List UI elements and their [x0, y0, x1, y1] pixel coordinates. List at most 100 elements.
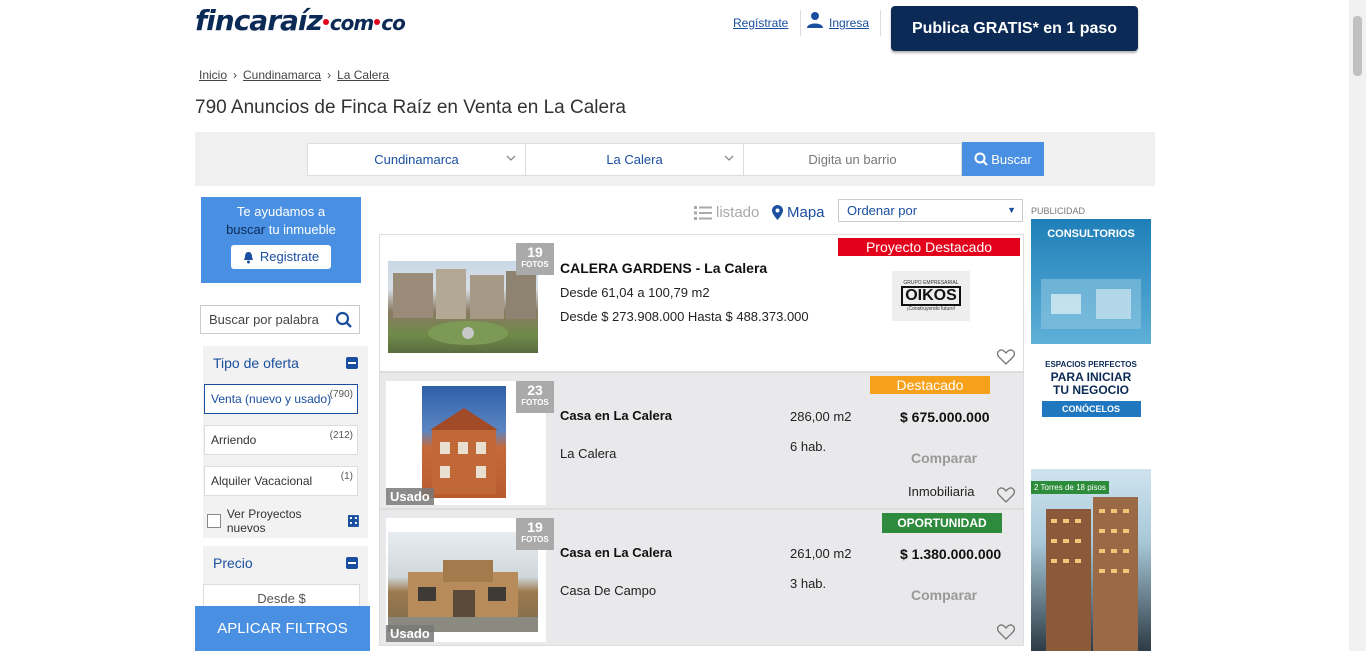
- divider: [880, 10, 881, 36]
- photo-count-badge: 19 FOTOS: [516, 243, 554, 275]
- option-alquiler-vacacional[interactable]: Alquiler Vacacional (1): [204, 466, 358, 496]
- listing-location: La Calera: [560, 446, 617, 461]
- house-illustration: [430, 408, 498, 494]
- logo-co: co: [381, 11, 406, 35]
- listing-price: $ 1.380.000.000: [900, 546, 1002, 562]
- listing-location: Casa De Campo: [560, 583, 657, 598]
- ver-proyectos-row: Ver Proyectos nuevos: [207, 507, 359, 535]
- listado-view-toggle[interactable]: listado: [694, 204, 759, 221]
- listing-card[interactable]: 19 FOTOS Usado OPORTUNIDAD Casa en La Ca…: [379, 509, 1024, 646]
- listing-card[interactable]: 23 FOTOS Usado Destacado Casa en La Cale…: [379, 372, 1024, 509]
- collapse-icon[interactable]: [346, 557, 358, 569]
- logo-dot: [374, 19, 381, 25]
- aplicar-filtros-button[interactable]: APLICAR FILTROS: [195, 606, 370, 651]
- page-title: 790 Anuncios de Finca Raíz en Venta en L…: [195, 97, 626, 118]
- help-highlight: buscar: [226, 222, 266, 237]
- option-arriendo[interactable]: Arriendo (212): [204, 425, 358, 455]
- ad-consultorios[interactable]: CONSULTORIOS ESPACIOS PERFECTOS PARA INI…: [1031, 219, 1151, 439]
- tipo-oferta-label: Tipo de oferta: [213, 355, 299, 371]
- option-count: (790): [329, 389, 353, 400]
- breadcrumb-inicio[interactable]: Inicio: [199, 68, 227, 82]
- precio-header[interactable]: Precio: [203, 546, 368, 580]
- ad2-tag: 2 Torres de 18 pisos: [1031, 481, 1109, 494]
- ingresa-link[interactable]: Ingresa: [829, 16, 869, 30]
- ad1-conocelos-button[interactable]: CONÓCELOS: [1041, 401, 1141, 417]
- help-register-button[interactable]: Registrate: [231, 245, 331, 269]
- photo-label: FOTOS: [521, 260, 549, 269]
- listing-area: Desde 61,04 a 100,79 m2: [560, 285, 710, 300]
- comparar-button[interactable]: Comparar: [911, 450, 977, 466]
- listing-photo-frame: 19 FOTOS: [386, 243, 554, 367]
- breadcrumb-cundinamarca[interactable]: Cundinamarca: [243, 68, 321, 82]
- chevron-right-icon: ›: [233, 68, 238, 82]
- usado-badge: Usado: [386, 488, 434, 505]
- ad1-big2: TU NEGOCIO: [1052, 383, 1129, 397]
- photo-count: 19: [527, 244, 543, 260]
- precio-label: Precio: [213, 555, 253, 571]
- option-venta[interactable]: Venta (nuevo y usado) (790): [204, 384, 358, 414]
- search-icon[interactable]: [335, 311, 353, 329]
- office-illustration: [1041, 279, 1141, 329]
- keyword-placeholder: Buscar por palabra: [209, 312, 319, 327]
- department-select[interactable]: Cundinamarca: [307, 143, 526, 176]
- ordenar-select[interactable]: Ordenar por ▼: [838, 199, 1023, 222]
- listing-title[interactable]: CALERA GARDENS - La Calera: [560, 260, 767, 276]
- registrate-link[interactable]: Regístrate: [733, 16, 788, 30]
- breadcrumb-la-calera[interactable]: La Calera: [337, 68, 389, 82]
- comparar-button[interactable]: Comparar: [911, 587, 977, 603]
- map-pin-icon: [772, 205, 783, 220]
- help-line1: Te ayudamos a: [236, 204, 326, 219]
- ver-proyectos-label: Ver Proyectos nuevos: [226, 507, 302, 535]
- buscar-button[interactable]: Buscar: [962, 142, 1044, 176]
- collapse-icon[interactable]: [346, 357, 358, 369]
- heart-icon[interactable]: [997, 349, 1015, 365]
- bell-icon: [243, 251, 253, 263]
- ribbon-proyecto-destacado: Proyecto Destacado: [838, 238, 1020, 256]
- listing-rooms: 6 hab.: [790, 439, 827, 454]
- heart-icon[interactable]: [997, 624, 1015, 640]
- page-scrollbar[interactable]: [1349, 0, 1366, 651]
- option-label: Alquiler Vacacional: [211, 474, 313, 488]
- option-count: (1): [340, 471, 353, 482]
- chevron-right-icon: ›: [327, 68, 332, 82]
- ad1-banner: CONSULTORIOS: [1031, 219, 1151, 344]
- tipo-oferta-header[interactable]: Tipo de oferta: [203, 346, 368, 380]
- listing-photo[interactable]: [422, 386, 506, 498]
- listing-area: 261,00 m2: [790, 546, 852, 561]
- publish-free-button[interactable]: Publica GRATIS* en 1 paso: [891, 6, 1138, 51]
- photo-count: 19: [527, 519, 543, 535]
- dropdown-triangle-icon: ▼: [1007, 205, 1016, 215]
- listing-area: 286,00 m2: [790, 409, 852, 424]
- builder-name: OIKOS: [901, 286, 961, 306]
- listing-title[interactable]: Casa en La Calera: [560, 545, 672, 560]
- help-box: Te ayudamos a buscar tu inmueble Registr…: [201, 197, 361, 283]
- city-select[interactable]: La Calera: [525, 143, 744, 176]
- ad1-title: CONSULTORIOS: [1047, 228, 1135, 240]
- keyword-search-input[interactable]: Buscar por palabra: [200, 305, 360, 334]
- ad-torres[interactable]: 2 Torres de 18 pisos: [1031, 469, 1151, 651]
- help-button-label: Registrate: [259, 249, 320, 264]
- mapa-view-toggle[interactable]: Mapa: [772, 204, 825, 221]
- list-icon: [694, 205, 712, 220]
- search-bar: Cundinamarca La Calera Digita un barrio …: [195, 132, 1155, 186]
- heart-icon[interactable]: [997, 487, 1015, 503]
- ver-proyectos-checkbox[interactable]: [207, 514, 221, 528]
- ribbon-oportunidad: OPORTUNIDAD: [882, 513, 1002, 533]
- chevron-down-icon: [506, 155, 516, 161]
- photo-count-badge: 19 FOTOS: [516, 518, 554, 550]
- usado-badge: Usado: [386, 625, 434, 642]
- scroll-thumb[interactable]: [1353, 16, 1362, 76]
- barrio-input[interactable]: Digita un barrio: [743, 143, 962, 176]
- builder-logo[interactable]: GRUPO EMPRESARIAL OIKOS ¡Construyendo fu…: [892, 271, 970, 321]
- listing-photo-frame: 23 FOTOS Usado: [386, 381, 554, 505]
- user-icon: [807, 12, 823, 28]
- listing-title[interactable]: Casa en La Calera: [560, 408, 672, 423]
- photo-label: FOTOS: [521, 535, 549, 544]
- fincaraiz-logo[interactable]: fincaraíz com co: [195, 4, 406, 37]
- listado-label: listado: [716, 204, 760, 221]
- option-count: (212): [329, 430, 353, 441]
- listing-card[interactable]: 19 FOTOS Proyecto Destacado CALERA GARDE…: [379, 234, 1024, 372]
- listing-seller: Inmobiliaria: [908, 484, 975, 499]
- breadcrumb: Inicio › Cundinamarca › La Calera: [199, 68, 389, 82]
- photo-count-badge: 23 FOTOS: [516, 381, 554, 413]
